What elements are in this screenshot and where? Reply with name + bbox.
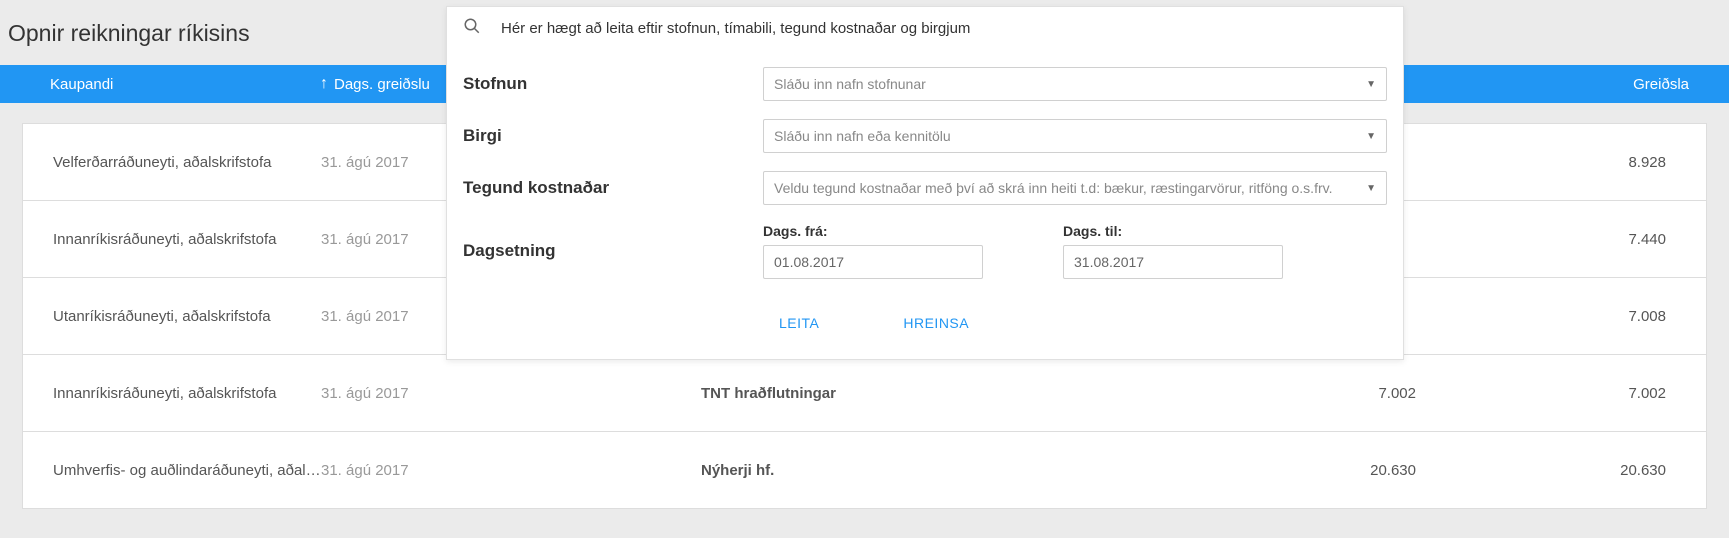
cell-payment: 7.002 [1456,385,1706,402]
cell-payment: 7.008 [1456,308,1706,325]
cell-amount: 7.002 [1206,385,1456,402]
chevron-down-icon: ▼ [1366,131,1376,142]
supplier-dropdown[interactable]: Sláðu inn nafn eða kennitölu ▼ [763,119,1387,153]
search-panel: Hér er hægt að leita eftir stofnun, tíma… [446,6,1404,360]
table-row[interactable]: Innanríkisráðuneyti, aðalskrifstofa 31. … [22,354,1707,432]
filter-label-agency: Stofnun [463,74,763,94]
filter-label-date: Dagsetning [463,241,763,261]
supplier-dropdown-placeholder: Sláðu inn nafn eða kennitölu [774,128,951,144]
filter-label-supplier: Birgi [463,126,763,146]
costtype-dropdown[interactable]: Veldu tegund kostnaðar með því að skrá i… [763,171,1387,205]
filter-body: Stofnun Sláðu inn nafn stofnunar ▼ Birgi… [447,49,1403,359]
date-from-label: Dags. frá: [763,223,983,239]
date-from-input[interactable] [763,245,983,279]
search-button[interactable]: LEITA [779,315,819,331]
header-buyer[interactable]: Kaupandi [0,76,320,93]
table-row[interactable]: Umhverfis- og auðlindaráðuneyti, aðalsk…… [22,431,1707,509]
date-to-label: Dags. til: [1063,223,1283,239]
cell-buyer: Velferðarráðuneyti, aðalskrifstofa [23,154,321,171]
costtype-dropdown-placeholder: Veldu tegund kostnaðar með því að skrá i… [774,180,1332,196]
cell-buyer: Innanríkisráðuneyti, aðalskrifstofa [23,385,321,402]
search-placeholder: Hér er hægt að leita eftir stofnun, tíma… [501,20,970,37]
clear-button[interactable]: HREINSA [903,315,969,331]
cell-amount: 20.630 [1206,462,1456,479]
header-payment[interactable]: Greiðsla [1479,76,1729,93]
cell-payment: 8.928 [1456,154,1706,171]
cell-date: 31. ágú 2017 [321,385,701,402]
agency-dropdown[interactable]: Sláðu inn nafn stofnunar ▼ [763,67,1387,101]
date-to-input[interactable] [1063,245,1283,279]
cell-supplier: TNT hraðflutningar [701,385,1206,402]
arrow-up-icon: ↑ [320,75,328,93]
cell-buyer: Innanríkisráðuneyti, aðalskrifstofa [23,231,321,248]
search-bar[interactable]: Hér er hægt að leita eftir stofnun, tíma… [447,7,1403,49]
cell-date: 31. ágú 2017 [321,462,701,479]
chevron-down-icon: ▼ [1366,79,1376,90]
cell-payment: 20.630 [1456,462,1706,479]
chevron-down-icon: ▼ [1366,183,1376,194]
filter-label-costtype: Tegund kostnaðar [463,178,763,198]
agency-dropdown-placeholder: Sláðu inn nafn stofnunar [774,76,926,92]
cell-buyer: Umhverfis- og auðlindaráðuneyti, aðalsk… [23,462,321,479]
search-icon [463,17,481,40]
cell-supplier: Nýherji hf. [701,462,1206,479]
cell-payment: 7.440 [1456,231,1706,248]
cell-buyer: Utanríkisráðuneyti, aðalskrifstofa [23,308,321,325]
header-date-label: Dags. greiðslu [334,76,430,93]
